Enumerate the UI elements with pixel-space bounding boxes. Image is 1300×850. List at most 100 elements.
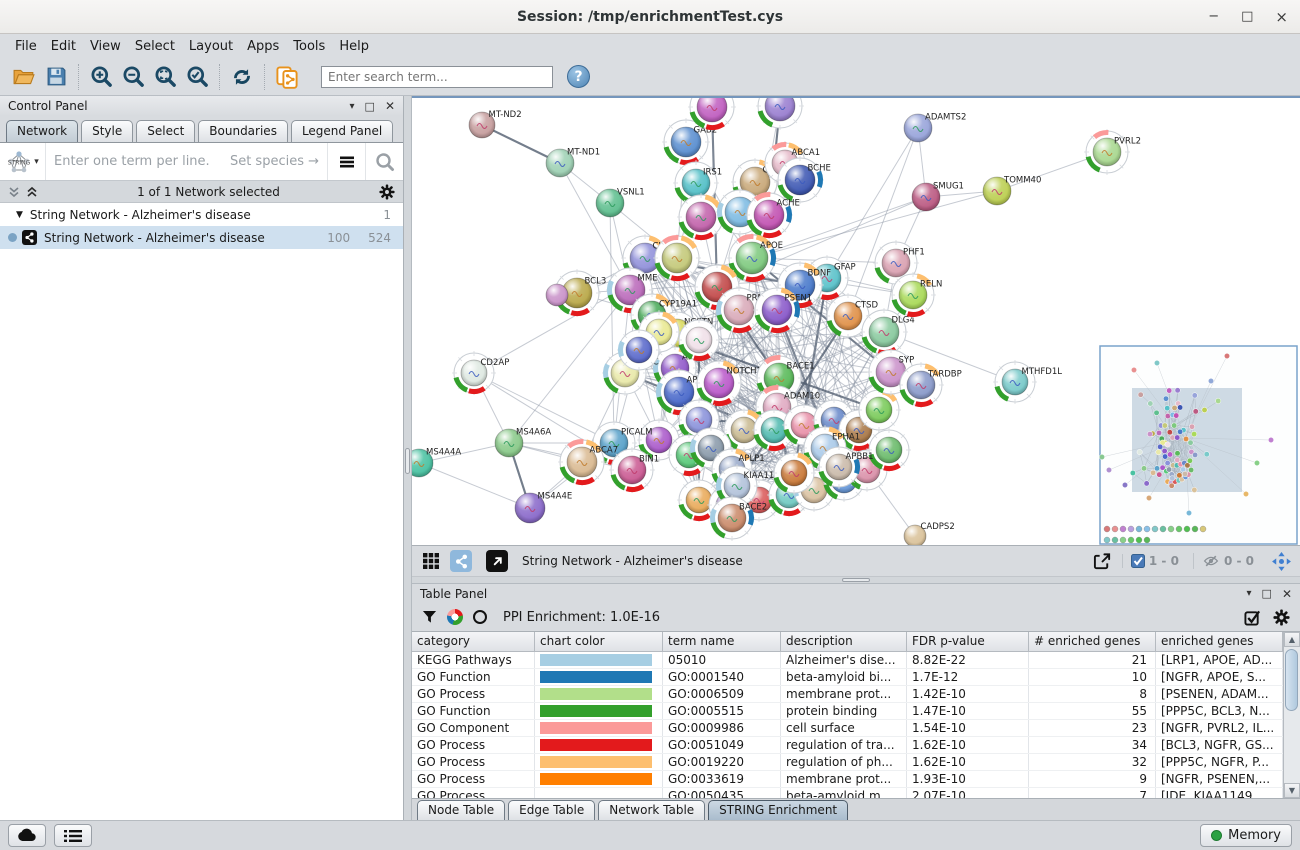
birds-eye-overview[interactable] xyxy=(1099,346,1297,544)
string-search-button[interactable] xyxy=(365,143,403,180)
cloud-tasks-button[interactable] xyxy=(8,824,46,847)
network-node[interactable]: VSNL1 xyxy=(596,187,645,217)
float-panel-icon[interactable]: □ xyxy=(1262,587,1272,600)
scrollbar-thumb[interactable] xyxy=(1285,649,1298,711)
enrichment-row[interactable]: GO ComponentGO:0009986cell surface1.54E-… xyxy=(412,720,1283,737)
network-node[interactable] xyxy=(857,388,901,432)
tab-network-table[interactable]: Network Table xyxy=(598,800,705,820)
set-species-hint[interactable]: Set species → xyxy=(230,154,319,169)
column-header[interactable]: enriched genes xyxy=(1156,632,1283,651)
network-from-selection-button[interactable] xyxy=(271,62,303,92)
column-header[interactable]: term name xyxy=(663,632,781,651)
column-header[interactable]: description xyxy=(781,632,907,651)
menu-tools[interactable]: Tools xyxy=(286,36,332,57)
enrichment-row[interactable]: KEGG Pathways05010Alzheimer's dise...8.8… xyxy=(412,652,1283,669)
search-input[interactable] xyxy=(321,66,553,88)
network-node[interactable]: SMUG1 xyxy=(912,181,964,211)
help-button[interactable]: ? xyxy=(567,65,590,88)
gear-icon[interactable] xyxy=(1273,609,1290,626)
network-node[interactable]: CADPS2 xyxy=(904,522,955,545)
menu-file[interactable]: File xyxy=(8,36,44,57)
network-node[interactable] xyxy=(617,328,661,372)
network-node[interactable]: PVRL2 xyxy=(1084,129,1141,175)
close-panel-icon[interactable]: ✕ xyxy=(385,99,395,113)
reset-charts-icon[interactable] xyxy=(473,610,487,624)
minimize-button[interactable]: − xyxy=(1208,9,1219,24)
menu-help[interactable]: Help xyxy=(332,36,376,57)
maximize-button[interactable]: □ xyxy=(1241,9,1253,24)
network-collection-row[interactable]: ▼ String Network - Alzheimer's disease 1 xyxy=(0,203,403,226)
string-source-selector[interactable]: ▾ xyxy=(0,143,46,180)
string-query-input[interactable]: Enter one term per line. Set species → xyxy=(46,143,327,180)
network-node[interactable]: ADAMTS2 xyxy=(904,112,966,142)
table-vertical-scrollbar[interactable]: ▲ ▼ xyxy=(1283,632,1300,798)
column-header[interactable]: # enriched genes xyxy=(1029,632,1156,651)
network-node[interactable]: MT-ND1 xyxy=(546,147,600,177)
zoom-out-button[interactable] xyxy=(117,62,149,92)
enrichment-row[interactable]: GO ProcessGO:0051049regulation of tra...… xyxy=(412,737,1283,754)
memory-button[interactable]: Memory xyxy=(1200,824,1292,847)
enrichment-row[interactable]: GO FunctionGO:0005515protein binding1.47… xyxy=(412,703,1283,720)
horizontal-splitter[interactable] xyxy=(412,576,1300,584)
float-panel-icon[interactable]: □ xyxy=(365,100,375,113)
select-rows-checkbox-icon[interactable] xyxy=(1244,609,1261,626)
panel-menu-caret-icon[interactable]: ▾ xyxy=(1247,588,1252,599)
network-node[interactable] xyxy=(867,428,911,472)
network-node[interactable]: MS4A4E xyxy=(515,492,572,523)
column-header[interactable]: chart color xyxy=(535,632,663,651)
tab-node-table[interactable]: Node Table xyxy=(417,800,505,820)
close-panel-icon[interactable]: ✕ xyxy=(1282,587,1292,601)
scroll-up-arrow[interactable]: ▲ xyxy=(1284,632,1300,647)
refresh-button[interactable] xyxy=(226,62,258,92)
export-view-button[interactable] xyxy=(1090,549,1116,573)
tab-string-enrichment[interactable]: STRING Enrichment xyxy=(708,800,848,820)
vertical-splitter[interactable] xyxy=(404,96,412,820)
menu-select[interactable]: Select xyxy=(128,36,182,57)
enrichment-row[interactable]: GO ProcessGO:0033619membrane prot...1.93… xyxy=(412,771,1283,788)
network-canvas[interactable]: MT-ND2MT-ND1VSNL1GAB2ADAMTS2PVRL2TOMM40S… xyxy=(412,96,1300,545)
filter-funnel-icon[interactable] xyxy=(422,610,437,625)
splitter-handle[interactable] xyxy=(405,448,410,474)
network-node[interactable] xyxy=(756,98,804,130)
splitter-handle[interactable] xyxy=(842,578,870,582)
network-node[interactable] xyxy=(653,234,701,282)
zoom-selected-button[interactable] xyxy=(181,62,213,92)
menu-apps[interactable]: Apps xyxy=(240,36,286,57)
draw-charts-icon[interactable] xyxy=(447,609,463,625)
enrichment-row[interactable]: GO ProcessGO:0006509membrane prot...1.42… xyxy=(412,686,1283,703)
network-node[interactable] xyxy=(677,318,721,362)
menu-layout[interactable]: Layout xyxy=(182,36,240,57)
detach-view-button[interactable] xyxy=(486,550,508,572)
network-node[interactable]: MS4A4A xyxy=(412,447,461,477)
menu-view[interactable]: View xyxy=(83,36,128,57)
zoom-in-button[interactable] xyxy=(85,62,117,92)
navigator-button[interactable] xyxy=(1268,549,1294,573)
network-node[interactable]: CD2AP xyxy=(452,351,509,395)
network-row-selected[interactable]: String Network - Alzheimer's disease 100… xyxy=(0,226,403,249)
tab-legend-panel[interactable]: Legend Panel xyxy=(291,120,393,142)
save-session-button[interactable] xyxy=(40,62,72,92)
network-node[interactable]: MTHFD1L xyxy=(993,360,1062,404)
collapse-all-icon[interactable] xyxy=(8,186,20,198)
network-node[interactable] xyxy=(772,451,816,495)
network-node[interactable]: TOMM40 xyxy=(983,175,1041,205)
tab-edge-table[interactable]: Edge Table xyxy=(508,800,595,820)
column-header[interactable]: FDR p-value xyxy=(907,632,1029,651)
network-node[interactable]: MT-ND2 xyxy=(469,110,522,138)
column-header[interactable]: category xyxy=(412,632,535,651)
task-history-button[interactable] xyxy=(54,824,92,847)
view-share-button[interactable] xyxy=(450,550,472,572)
expand-all-icon[interactable] xyxy=(26,186,38,198)
network-edge[interactable] xyxy=(419,463,530,508)
network-node[interactable]: TARDBP xyxy=(898,362,962,408)
menu-edit[interactable]: Edit xyxy=(44,36,83,57)
open-session-button[interactable] xyxy=(8,62,40,92)
tab-style[interactable]: Style xyxy=(81,120,133,142)
view-grid-button[interactable] xyxy=(418,549,444,573)
zoom-fit-button[interactable] xyxy=(149,62,181,92)
string-options-button[interactable] xyxy=(327,143,365,180)
network-node[interactable]: MS4A6A xyxy=(495,427,551,457)
gear-icon[interactable] xyxy=(379,184,395,200)
network-edge[interactable] xyxy=(610,203,614,443)
enrichment-row[interactable]: GO ProcessGO:0050435beta-amyloid m...2.0… xyxy=(412,788,1283,798)
